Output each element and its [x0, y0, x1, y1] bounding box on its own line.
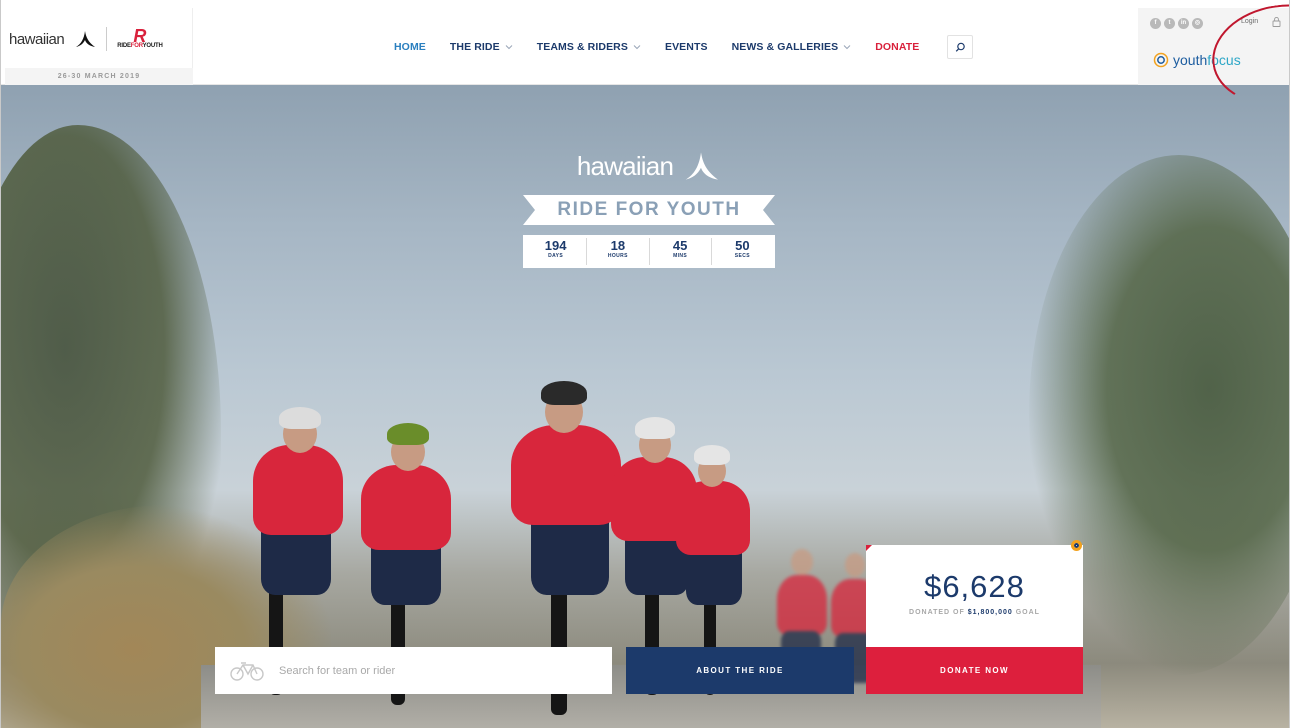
- bicycle-icon: [230, 661, 264, 681]
- logo-divider: [106, 27, 108, 51]
- donation-tracker: $6,628 DONATED OF $1,800,000 GOAL: [866, 545, 1083, 648]
- search-button[interactable]: [947, 35, 974, 59]
- brand-logos[interactable]: hawaiian R RIDEFORYOUTH: [5, 8, 193, 70]
- hero-cta-row: ABOUT THE RIDE DONATE NOW: [215, 647, 1083, 694]
- brand-block[interactable]: hawaiian R RIDEFORYOUTH 26-30 MARCH 2019: [5, 8, 193, 85]
- countdown-timer: 194 DAYS 18 HOURS 45 MINS 50 SECS: [523, 235, 775, 268]
- hawaiian-logo-icon: [76, 31, 96, 47]
- nav-events[interactable]: EVENTS: [665, 41, 708, 53]
- ride-for-youth-ribbon: RIDE FOR YOUTH: [523, 195, 775, 225]
- chevron-down-icon: [505, 45, 513, 50]
- instagram-icon[interactable]: ◎: [1192, 18, 1203, 29]
- youth-focus-logo-icon: [1153, 52, 1169, 68]
- rider-search-input[interactable]: [279, 664, 579, 677]
- social-links: f t in ◎: [1150, 18, 1203, 29]
- site-header: hawaiian R RIDEFORYOUTH 26-30 MARCH 2019…: [0, 0, 1290, 85]
- donation-badge-icon[interactable]: [1071, 540, 1082, 551]
- chevron-down-icon: [843, 45, 851, 50]
- hawaiian-logo-text: hawaiian: [9, 30, 65, 48]
- chevron-down-icon: [633, 45, 641, 50]
- nav-home[interactable]: HOME: [394, 41, 426, 53]
- rider-search[interactable]: [215, 647, 612, 694]
- hero-logo: hawaiian RIDE FOR YOUTH 194 DAYS 18 HOUR…: [523, 149, 775, 268]
- hero-section: hawaiian RIDE FOR YOUTH 194 DAYS 18 HOUR…: [1, 85, 1289, 728]
- countdown-hours: 18 HOURS: [587, 238, 650, 265]
- countdown-days: 194 DAYS: [525, 238, 588, 265]
- nav-news-galleries[interactable]: NEWS & GALLERIES: [732, 41, 852, 53]
- search-icon: [955, 42, 965, 52]
- nav-donate[interactable]: DONATE: [875, 41, 919, 53]
- facebook-icon[interactable]: f: [1150, 18, 1161, 29]
- event-date: 26-30 MARCH 2019: [5, 68, 193, 85]
- countdown-secs: 50 SECS: [734, 238, 750, 259]
- donate-now-button[interactable]: DONATE NOW: [866, 647, 1083, 694]
- twitter-icon[interactable]: t: [1164, 18, 1175, 29]
- hero-hawaiian-text: hawaiian: [576, 150, 674, 181]
- donation-goal-text: DONATED OF $1,800,000 GOAL: [909, 609, 1040, 616]
- hero-hawaiian-logo: hawaiian: [523, 149, 775, 183]
- ribbon-title: RIDE FOR YOUTH: [545, 195, 753, 225]
- rfy-logo-text: RIDEFORYOUTH: [117, 43, 163, 49]
- about-the-ride-button[interactable]: ABOUT THE RIDE: [626, 647, 854, 694]
- rfy-mark-icon: R: [133, 26, 147, 46]
- linkedin-icon[interactable]: in: [1178, 18, 1189, 29]
- nav-the-ride[interactable]: THE RIDE: [450, 41, 513, 53]
- hawaiian-logo-icon: [685, 152, 719, 180]
- countdown-mins: 45 MINS: [650, 238, 712, 265]
- main-nav: HOME THE RIDE TEAMS & RIDERS EVENTS NEWS…: [394, 35, 974, 59]
- nav-teams-riders[interactable]: TEAMS & RIDERS: [537, 41, 641, 53]
- donation-amount: $6,628: [924, 569, 1025, 604]
- ride-for-youth-logo: R RIDEFORYOUTH: [117, 26, 163, 49]
